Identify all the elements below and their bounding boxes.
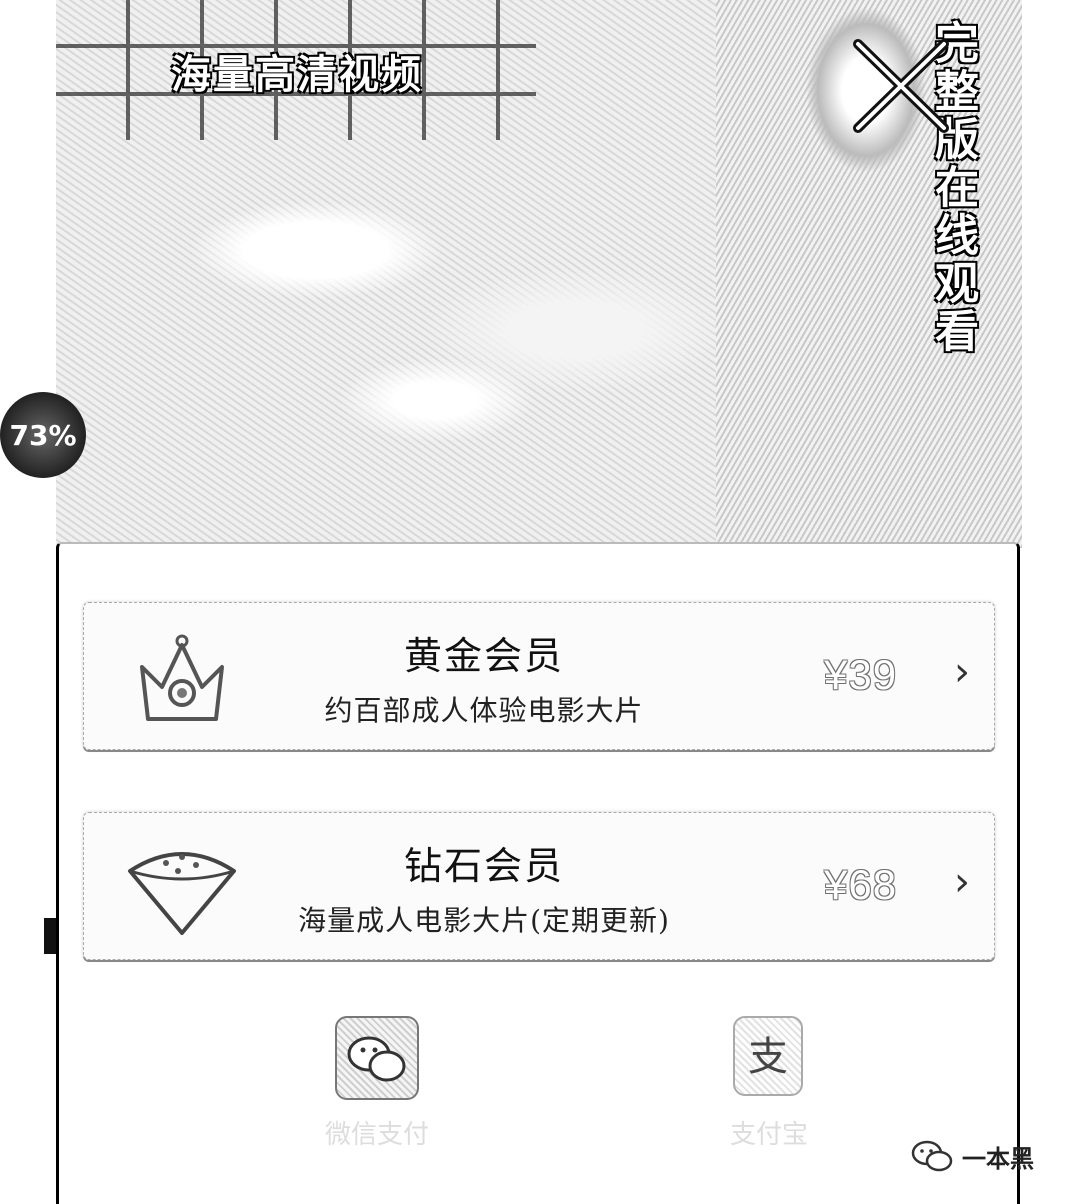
wechat-pay-label: 微信支付 (324, 1120, 429, 1150)
wechat-pay-button[interactable] (335, 1016, 419, 1100)
alipay-button[interactable]: 支 (733, 1016, 803, 1096)
membership-sheet: 黄金会员 约百部成人体验电影大片 ¥39 › 钻石会员 海量成人电影大片(定期更… (56, 542, 1020, 1204)
screen: 海量高清视频 完整版在线观看 73% 黄金会员 约百部成人体验电影大片 ¥39 … (0, 0, 1078, 1204)
plan-description: 海量成人电影大片(定期更新) (298, 904, 670, 937)
progress-badge: 73% (0, 392, 86, 478)
watermark-text: 一本黑 (962, 1144, 1034, 1173)
plan-title: 黄金会员 (403, 634, 564, 678)
wechat-pay-icon (347, 1036, 406, 1082)
promo-banner: 海量高清视频 完整版在线观看 (56, 0, 1022, 548)
alipay-label: 支付宝 (729, 1120, 808, 1150)
banner-title: 海量高清视频 (171, 52, 423, 98)
close-button[interactable] (846, 30, 956, 140)
close-icon (853, 39, 949, 133)
plan-card-diamond[interactable]: 钻石会员 海量成人电影大片(定期更新) ¥68 › (83, 812, 995, 960)
chevron-right-icon: › (954, 649, 970, 695)
wechat-icon (911, 1140, 953, 1172)
plan-price: ¥39 (824, 651, 898, 698)
plan-description: 约百部成人体验电影大片 (324, 694, 644, 727)
plan-price: ¥68 (824, 861, 898, 908)
chevron-right-icon: › (954, 859, 970, 905)
plan-card-gold[interactable]: 黄金会员 约百部成人体验电影大片 ¥39 › (83, 602, 995, 750)
plan-title: 钻石会员 (403, 844, 564, 888)
alipay-icon: 支 (748, 1034, 788, 1080)
edge-mark (44, 918, 56, 954)
watermark: 一本黑 (910, 1138, 1034, 1174)
svg-text:支: 支 (748, 1034, 788, 1080)
